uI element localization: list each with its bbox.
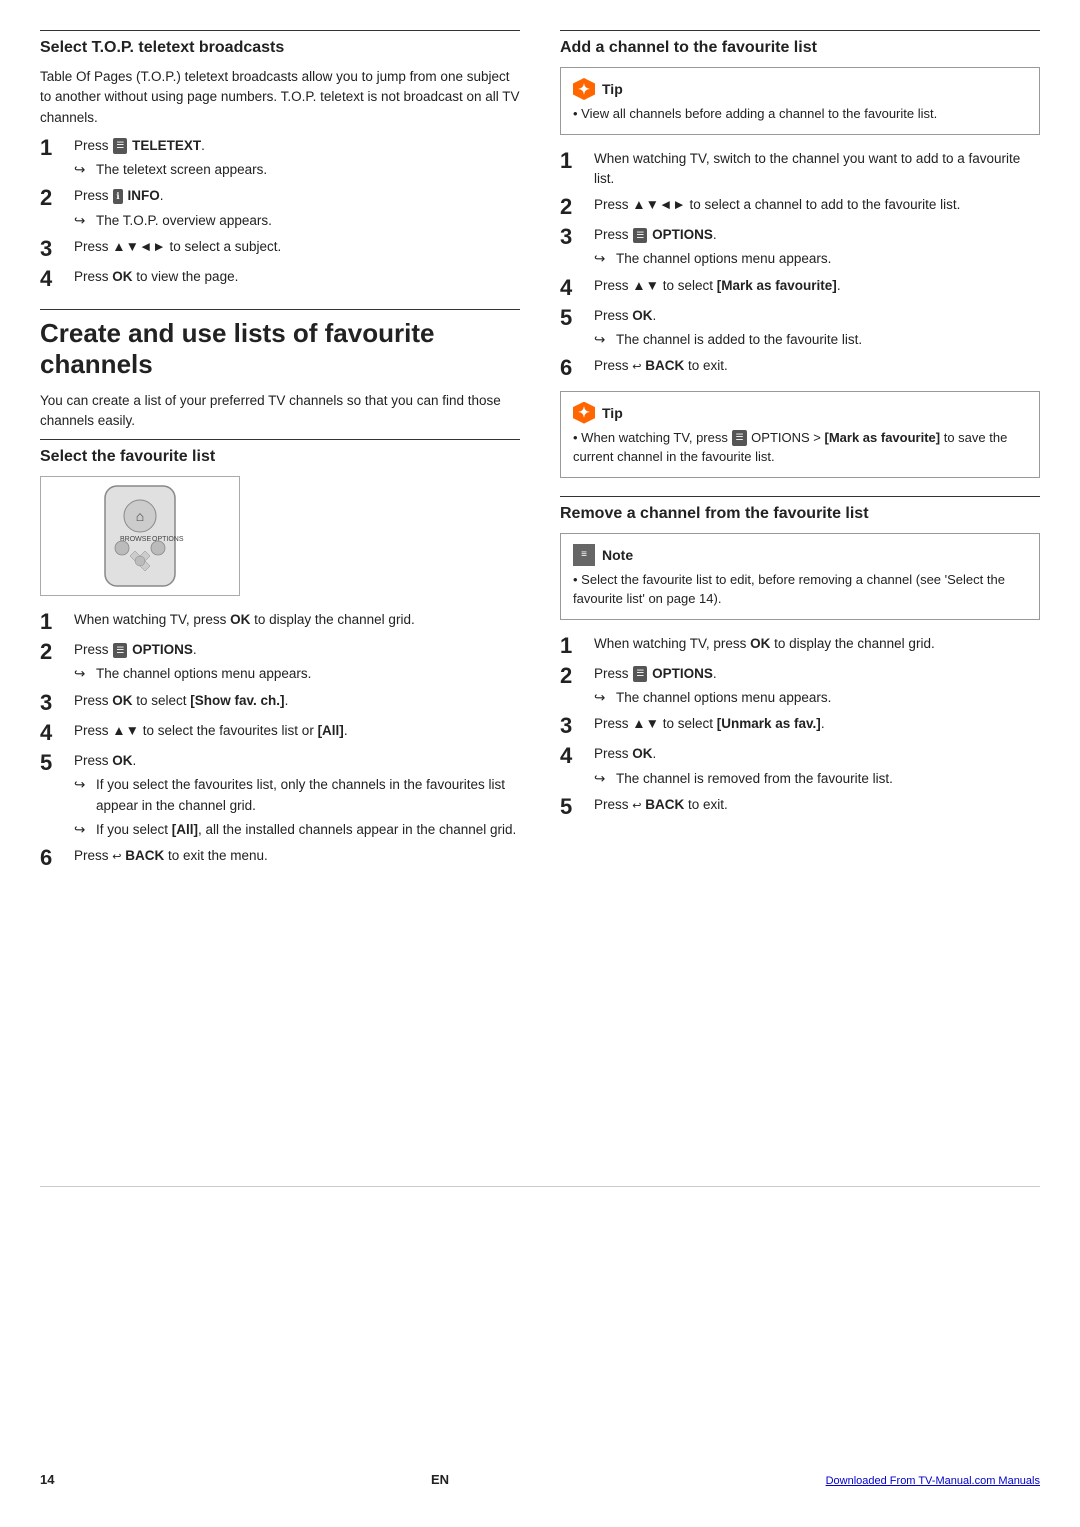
top-step-3: 3 Press ▲▼◄► to select a subject.: [40, 237, 520, 261]
add-fav-step-6: 6 Press ↩ BACK to exit.: [560, 356, 1040, 380]
add-fav-step-2: 2 Press ▲▼◄► to select a channel to add …: [560, 195, 1040, 219]
top-steps-list: 1 Press ☰ TELETEXT. ↪The teletext screen…: [40, 136, 520, 291]
section-remove-fav: Remove a channel from the favourite list…: [560, 496, 1040, 820]
divider-select-fav: [40, 439, 520, 440]
remove-fav-title: Remove a channel from the favourite list: [560, 505, 1040, 523]
note-box-text: Select the favourite list to edit, befor…: [573, 570, 1027, 609]
sel-fav-step-2: 2 Press ☰ OPTIONS. ↪The channel options …: [40, 640, 520, 685]
remote-svg: ⌂ BROWSE OPTIONS: [50, 481, 230, 591]
remote-image: ⌂ BROWSE OPTIONS: [40, 476, 240, 596]
remove-fav-steps: 1 When watching TV, press OK to display …: [560, 634, 1040, 820]
add-fav-step-3: 3 Press ☰ OPTIONS. ↪The channel options …: [560, 225, 1040, 270]
divider-top: [40, 30, 520, 31]
divider-remove-fav: [560, 496, 1040, 497]
select-fav-steps: 1 When watching TV, press OK to display …: [40, 610, 520, 870]
select-fav-title: Select the favourite list: [40, 448, 520, 466]
add-fav-step-1: 1 When watching TV, switch to the channe…: [560, 149, 1040, 190]
section-top-body: Table Of Pages (T.O.P.) teletext broadca…: [40, 67, 520, 128]
rem-fav-step-3: 3 Press ▲▼ to select [Unmark as fav.].: [560, 714, 1040, 738]
sel-fav-step-5: 5 Press OK. ↪If you select the favourite…: [40, 751, 520, 840]
page-footer: 14 EN Downloaded From TV-Manual.com Manu…: [40, 1186, 1040, 1487]
svg-text:⌂: ⌂: [136, 508, 144, 524]
add-fav-steps: 1 When watching TV, switch to the channe…: [560, 149, 1040, 381]
tip-box-2-title: ✦ Tip: [573, 402, 1027, 424]
page-number: 14: [40, 1472, 54, 1487]
download-link[interactable]: Downloaded From TV-Manual.com Manuals: [826, 1475, 1040, 1487]
section-top-teletext: Select T.O.P. teletext broadcasts Table …: [40, 30, 520, 291]
section-add-fav: Add a channel to the favourite list ✦ Ti…: [560, 30, 1040, 478]
teletext-icon: ☰: [113, 138, 127, 154]
sub-select-fav-list: Select the favourite list ⌂ BROWSE OPTIO…: [40, 439, 520, 870]
divider-add-fav: [560, 30, 1040, 31]
sel-fav-step-6: 6 Press ↩ BACK to exit the menu.: [40, 846, 520, 870]
tip-box-1-title: ✦ Tip: [573, 78, 1027, 100]
sel-fav-step-4: 4 Press ▲▼ to select the favourites list…: [40, 721, 520, 745]
top-step-2: 2 Press ℹ INFO. ↪The T.O.P. overview app…: [40, 186, 520, 231]
note-icon: ≡: [573, 544, 595, 566]
note-box-title: ≡ Note: [573, 544, 1027, 566]
tip-box-2-text: When watching TV, press ☰ OPTIONS > [Mar…: [573, 428, 1027, 467]
rem-fav-step-4: 4 Press OK. ↪The channel is removed from…: [560, 744, 1040, 789]
rem-fav-step-5: 5 Press ↩ BACK to exit.: [560, 795, 1040, 819]
tip-box-1-text: View all channels before adding a channe…: [573, 104, 1027, 124]
add-fav-title: Add a channel to the favourite list: [560, 39, 1040, 57]
top-step-1: 1 Press ☰ TELETEXT. ↪The teletext screen…: [40, 136, 520, 181]
info-icon: ℹ: [113, 189, 122, 205]
top-step-4: 4 Press OK to view the page.: [40, 267, 520, 291]
section-fav-channels: Create and use lists of favourite channe…: [40, 309, 520, 870]
add-fav-step-5: 5 Press OK. ↪The channel is added to the…: [560, 306, 1040, 351]
options-icon-rem2: ☰: [633, 666, 647, 682]
options-icon-right3: ☰: [633, 228, 647, 244]
tip-icon-1: ✦: [573, 78, 595, 100]
note-box: ≡ Note Select the favourite list to edit…: [560, 533, 1040, 620]
fav-channels-body: You can create a list of your preferred …: [40, 391, 520, 432]
options-icon-tip2: ☰: [732, 430, 746, 446]
tip-box-1: ✦ Tip View all channels before adding a …: [560, 67, 1040, 135]
tip-box-2: ✦ Tip When watching TV, press ☰ OPTIONS …: [560, 391, 1040, 478]
tip-icon-2: ✦: [573, 402, 595, 424]
options-icon-left2: ☰: [113, 643, 127, 659]
rem-fav-step-1: 1 When watching TV, press OK to display …: [560, 634, 1040, 658]
sel-fav-step-1: 1 When watching TV, press OK to display …: [40, 610, 520, 634]
sel-fav-step-3: 3 Press OK to select [Show fav. ch.].: [40, 691, 520, 715]
section-top-title: Select T.O.P. teletext broadcasts: [40, 39, 520, 57]
add-fav-step-4: 4 Press ▲▼ to select [Mark as favourite]…: [560, 276, 1040, 300]
page-lang: EN: [431, 1472, 449, 1487]
top-step-2-sub: The T.O.P. overview appears.: [96, 211, 272, 231]
top-step-1-sub: The teletext screen appears.: [96, 160, 267, 180]
divider-fav: [40, 309, 520, 310]
fav-channels-title: Create and use lists of favourite channe…: [40, 318, 520, 380]
rem-fav-step-2: 2 Press ☰ OPTIONS. ↪The channel options …: [560, 664, 1040, 709]
